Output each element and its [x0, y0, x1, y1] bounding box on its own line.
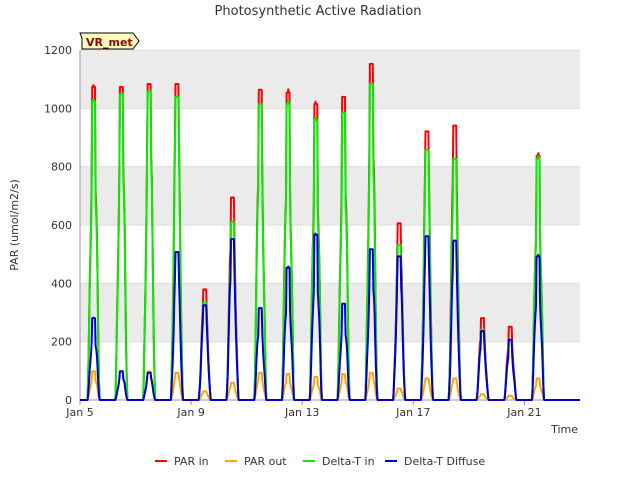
y-tick-label: 200 — [51, 336, 72, 349]
legend-label-delta-t-in: Delta-T in — [322, 455, 375, 468]
legend-label-par-out: PAR out — [244, 455, 287, 468]
y-tick-label: 1200 — [44, 44, 72, 57]
x-axis-label: Time — [550, 423, 578, 436]
x-tick-label: Jan 17 — [395, 406, 430, 419]
y-axis-label: PAR (umol/m2/s) — [8, 179, 21, 271]
x-axis-ticks: Jan 5 Jan 9 Jan 13 Jan 17 Jan 21 — [65, 400, 542, 419]
chart-title: Photosynthetic Active Radiation — [215, 4, 422, 19]
y-tick-label: 400 — [51, 277, 72, 290]
plot-band — [80, 50, 580, 109]
legend-label-delta-t-diffuse: Delta-T Diffuse — [404, 455, 485, 468]
y-tick-label: 1000 — [44, 102, 72, 115]
site-label: VR_met — [86, 36, 133, 49]
legend: PAR in PAR out Delta-T in Delta-T Diffuse — [155, 455, 485, 468]
x-tick-label: Jan 21 — [506, 406, 541, 419]
chart: Photosynthetic Active Radiation 02004006… — [8, 4, 581, 468]
plot-band — [80, 166, 580, 225]
site-label-box: VR_met — [79, 32, 140, 50]
x-tick-label: Jan 13 — [284, 406, 319, 419]
x-tick-label: Jan 5 — [65, 406, 93, 419]
plot-band — [80, 283, 580, 342]
x-tick-label: Jan 9 — [176, 406, 204, 419]
y-axis-ticks: 020040060080010001200 — [44, 44, 72, 407]
y-tick-label: 800 — [51, 161, 72, 174]
legend-label-par-in: PAR in — [174, 455, 209, 468]
y-tick-label: 600 — [51, 219, 72, 232]
